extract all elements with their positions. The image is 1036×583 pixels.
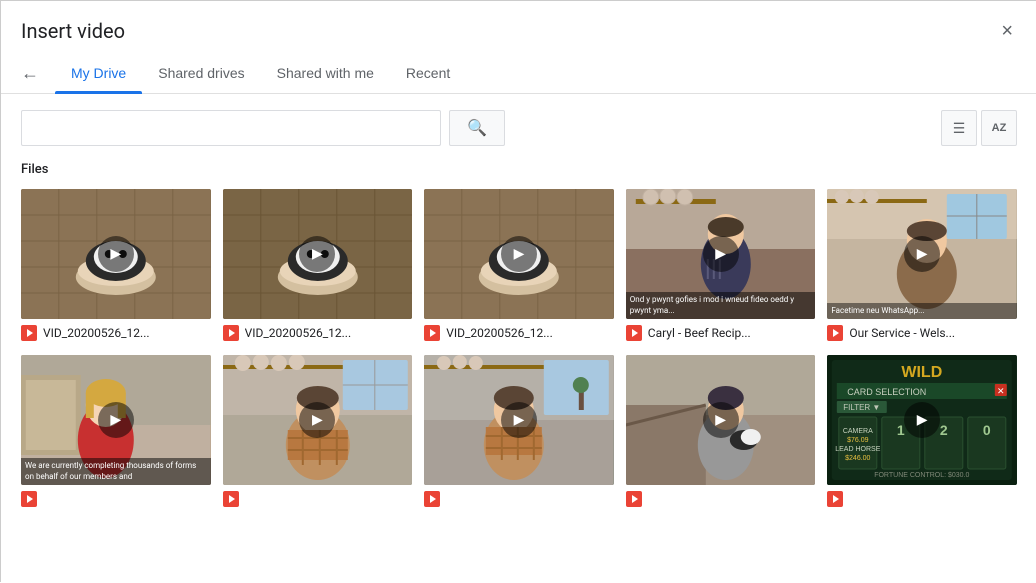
dialog-title: Insert video (21, 19, 125, 43)
video-card-1[interactable]: ▶ VID_20200526_12... (21, 189, 211, 343)
list-icon: ☰ (953, 120, 966, 137)
video-name-3: VID_20200526_12... (446, 326, 553, 340)
thumbnail-7: ▶ (223, 355, 413, 485)
search-button[interactable]: 🔍 (449, 110, 505, 146)
sort-az-icon: AZ (992, 122, 1007, 134)
svg-text:WILD: WILD (902, 364, 943, 381)
insert-video-dialog: Insert video × ← My Drive Shared drives … (1, 1, 1036, 583)
video-card-2[interactable]: ▶ VID_20200526_12... (223, 189, 413, 343)
svg-text:CARD SELECTION: CARD SELECTION (848, 387, 927, 397)
thumbnail-1: ▶ (21, 189, 211, 319)
play-icon-10: ▶ (904, 402, 940, 438)
close-button[interactable]: × (997, 17, 1017, 45)
svg-text:LEAD HORSE: LEAD HORSE (836, 446, 881, 453)
video-card-8[interactable]: ▶ (424, 355, 614, 509)
play-icon-2: ▶ (299, 236, 335, 272)
tab-recent[interactable]: Recent (390, 53, 466, 93)
thumbnail-6: We are currently completing thousands of… (21, 355, 211, 485)
file-icon-10 (827, 491, 843, 507)
file-icon-7 (223, 491, 239, 507)
thumbnail-3: ▶ (424, 189, 614, 319)
video-card-4[interactable]: Ond y pwynt gofies i mod i wneud fideo o… (626, 189, 816, 343)
video-info-5: Our Service - Wels... (827, 319, 1017, 343)
file-icon-3 (424, 325, 440, 341)
video-grid: ▶ VID_20200526_12... (21, 189, 1017, 509)
overlay-text-4: Ond y pwynt gofies i mod i wneud fideo o… (626, 292, 816, 319)
overlay-text-5: Facetime neu WhatsApp... (827, 303, 1017, 319)
video-info-8 (424, 485, 614, 509)
back-button[interactable]: ← (21, 63, 39, 84)
files-section: Files (1, 162, 1036, 583)
svg-text:FORTUNE CONTROL: $030.0: FORTUNE CONTROL: $030.0 (875, 472, 970, 479)
file-icon-8 (424, 491, 440, 507)
svg-text:$76.09: $76.09 (847, 437, 869, 444)
search-icon: 🔍 (467, 118, 487, 138)
play-icon-7: ▶ (299, 402, 335, 438)
file-icon-6 (21, 491, 37, 507)
play-icon-1: ▶ (98, 236, 134, 272)
video-info-7 (223, 485, 413, 509)
thumbnail-9: ▶ (626, 355, 816, 485)
tab-shared-drives[interactable]: Shared drives (142, 53, 260, 93)
play-icon-6: ▶ (98, 402, 134, 438)
thumbnail-2: ▶ (223, 189, 413, 319)
play-icon-5: ▶ (904, 236, 940, 272)
thumbnail-5: Facetime neu WhatsApp... ▶ (827, 189, 1017, 319)
video-card-9[interactable]: ▶ (626, 355, 816, 509)
video-info-6 (21, 485, 211, 509)
video-info-3: VID_20200526_12... (424, 319, 614, 343)
play-icon-9: ▶ (703, 402, 739, 438)
video-info-4: Caryl - Beef Recip... (626, 319, 816, 343)
tab-shared-with-me[interactable]: Shared with me (261, 53, 390, 93)
video-name-4: Caryl - Beef Recip... (648, 326, 751, 340)
file-icon-4 (626, 325, 642, 341)
svg-text:0: 0 (983, 422, 991, 438)
video-card-5[interactable]: Facetime neu WhatsApp... ▶ Our Service -… (827, 189, 1017, 343)
svg-text:FILTER ▼: FILTER ▼ (844, 403, 881, 412)
thumbnail-10: WILD CARD SELECTION ✕ FILTER ▼ (827, 355, 1017, 485)
video-card-3[interactable]: ▶ VID_20200526_12... (424, 189, 614, 343)
thumbnail-8: ▶ (424, 355, 614, 485)
sort-button[interactable]: AZ (981, 110, 1017, 146)
search-input[interactable] (21, 110, 441, 146)
video-name-2: VID_20200526_12... (245, 326, 352, 340)
video-card-7[interactable]: ▶ (223, 355, 413, 509)
overlay-text-6: We are currently completing thousands of… (21, 458, 211, 485)
video-info-9 (626, 485, 816, 509)
thumbnail-4: Ond y pwynt gofies i mod i wneud fideo o… (626, 189, 816, 319)
video-name-5: Our Service - Wels... (849, 326, 955, 340)
play-icon-8: ▶ (501, 402, 537, 438)
list-view-button[interactable]: ☰ (941, 110, 977, 146)
svg-text:2: 2 (940, 422, 948, 438)
view-buttons: ☰ AZ (941, 110, 1017, 146)
svg-text:$246.00: $246.00 (846, 455, 871, 462)
video-info-1: VID_20200526_12... (21, 319, 211, 343)
dialog-header: Insert video × (1, 1, 1036, 53)
search-row: 🔍 ☰ AZ (1, 94, 1036, 162)
video-name-1: VID_20200526_12... (43, 326, 150, 340)
file-icon-1 (21, 325, 37, 341)
video-info-2: VID_20200526_12... (223, 319, 413, 343)
file-icon-5 (827, 325, 843, 341)
play-icon-3: ▶ (501, 236, 537, 272)
video-info-10 (827, 485, 1017, 509)
files-label: Files (21, 162, 1017, 177)
tab-my-drive[interactable]: My Drive (55, 53, 142, 93)
tabs-row: ← My Drive Shared drives Shared with me … (1, 53, 1036, 94)
file-icon-9 (626, 491, 642, 507)
svg-text:✕: ✕ (997, 386, 1005, 396)
svg-text:CAMERA: CAMERA (843, 428, 873, 435)
play-icon-4: ▶ (703, 236, 739, 272)
video-card-6[interactable]: We are currently completing thousands of… (21, 355, 211, 509)
file-icon-2 (223, 325, 239, 341)
video-card-10[interactable]: WILD CARD SELECTION ✕ FILTER ▼ (827, 355, 1017, 509)
